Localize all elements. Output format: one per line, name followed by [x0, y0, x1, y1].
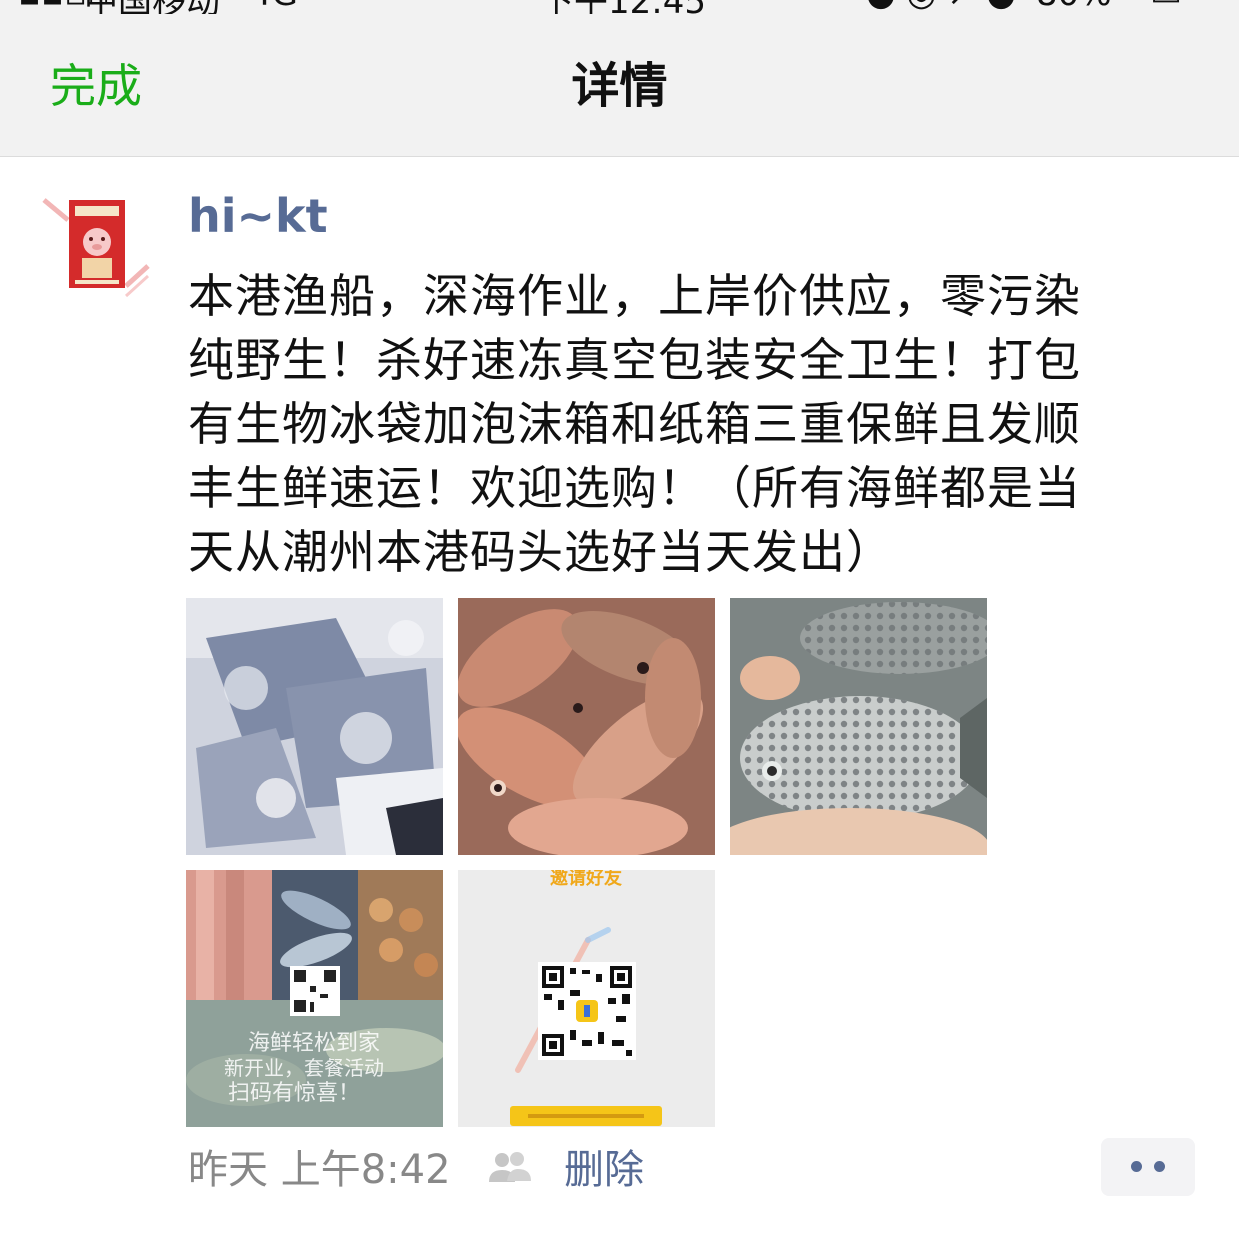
battery-percent: 80%	[1036, 0, 1112, 14]
post-timestamp: 昨天 上午8:42	[188, 1147, 451, 1193]
spotted-grouper-in-hand-photo[interactable]	[730, 598, 987, 855]
collage-caption-line-3: 扫码有惊喜！	[228, 1081, 360, 1106]
post-text-line: 有生物冰袋加泡沫箱和纸箱三重保鲜且发顺	[188, 397, 1081, 451]
clock-label: 下午12:45	[540, 0, 706, 14]
nav-bar: 完成 详情	[0, 14, 1239, 157]
seafood-collage-with-qr-photo[interactable]: 海鲜轻松到家 新开业，套餐活动 扫码有惊喜！	[186, 870, 443, 1127]
post-text-line: 本港渔船，深海作业，上岸价供应，零污染	[188, 269, 1081, 323]
post-text-line: 丰生鲜速运！欢迎选购！（所有海鲜都是当	[188, 461, 1081, 515]
username-link[interactable]: hi~kt	[188, 186, 328, 246]
dot-icon	[1154, 1161, 1165, 1172]
avatar[interactable]	[42, 190, 152, 300]
page-title: 详情	[571, 58, 668, 114]
friends-visibility-icon[interactable]	[487, 1150, 533, 1186]
network-label: 4G	[250, 0, 298, 14]
qr-code-promo-photo[interactable]: 邀请好友	[458, 870, 715, 1127]
more-actions-button[interactable]	[1101, 1138, 1195, 1196]
status-icons: ● ◎ ↗ ●	[866, 0, 1016, 14]
promo-header-text: 邀请好友	[550, 870, 622, 889]
collage-caption-line-1: 海鲜轻松到家	[248, 1031, 380, 1056]
post-text: 本港渔船，深海作业，上岸价供应，零污染 纯野生！杀好速冻真空包装安全卫生！打包 …	[188, 264, 1188, 584]
dot-icon	[1131, 1161, 1142, 1172]
post-text-line: 天从潮州本港码头选好当天发出）	[188, 525, 893, 579]
status-bar: ▪▪▫▫ 中国移动 4G 下午12:45 ● ◎ ↗ ● 80% ▭	[0, 0, 1239, 14]
collage-caption-line-2: 新开业，套餐活动	[224, 1056, 384, 1080]
red-snapper-photo[interactable]	[458, 598, 715, 855]
frozen-fish-in-ice-photo[interactable]	[186, 598, 443, 855]
carrier-label: 中国移动	[84, 0, 220, 14]
delete-link[interactable]: 删除	[564, 1142, 644, 1198]
battery-icon: ▭	[1150, 0, 1182, 14]
post-text-line: 纯野生！杀好速冻真空包装安全卫生！打包	[188, 333, 1081, 387]
